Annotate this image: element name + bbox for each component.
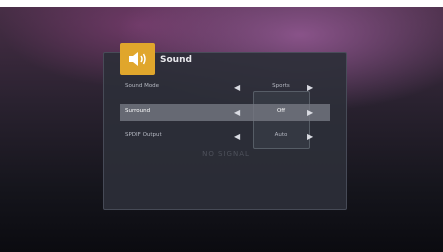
menu-row-spdif-output[interactable]: SPDIF Output ◀ Auto ▶ [120,128,330,145]
top-edge-strip [0,0,443,7]
speaker-icon [128,52,146,66]
row-label: Surround [125,108,151,114]
arrow-right-icon[interactable]: ▶ [307,108,313,117]
row-value: Auto [274,132,288,138]
menu-row-sound-mode[interactable]: Sound Mode ◀ Sports ▶ [120,79,330,96]
arrow-left-icon[interactable]: ◀ [234,83,240,92]
arrow-left-icon[interactable]: ◀ [234,108,240,117]
row-label: SPDIF Output [125,132,162,138]
row-value: Sports [272,83,290,89]
menu-row-surround[interactable]: Surround ◀ Off ▶ [120,104,330,121]
arrow-right-icon[interactable]: ▶ [307,132,313,141]
arrow-right-icon[interactable]: ▶ [307,83,313,92]
menu-title: Sound [160,55,192,65]
row-value: Off [276,108,286,114]
arrow-left-icon[interactable]: ◀ [234,132,240,141]
no-signal-watermark: NO SIGNAL [202,150,250,158]
sound-category-tile [120,43,155,75]
row-label: Sound Mode [125,83,160,89]
